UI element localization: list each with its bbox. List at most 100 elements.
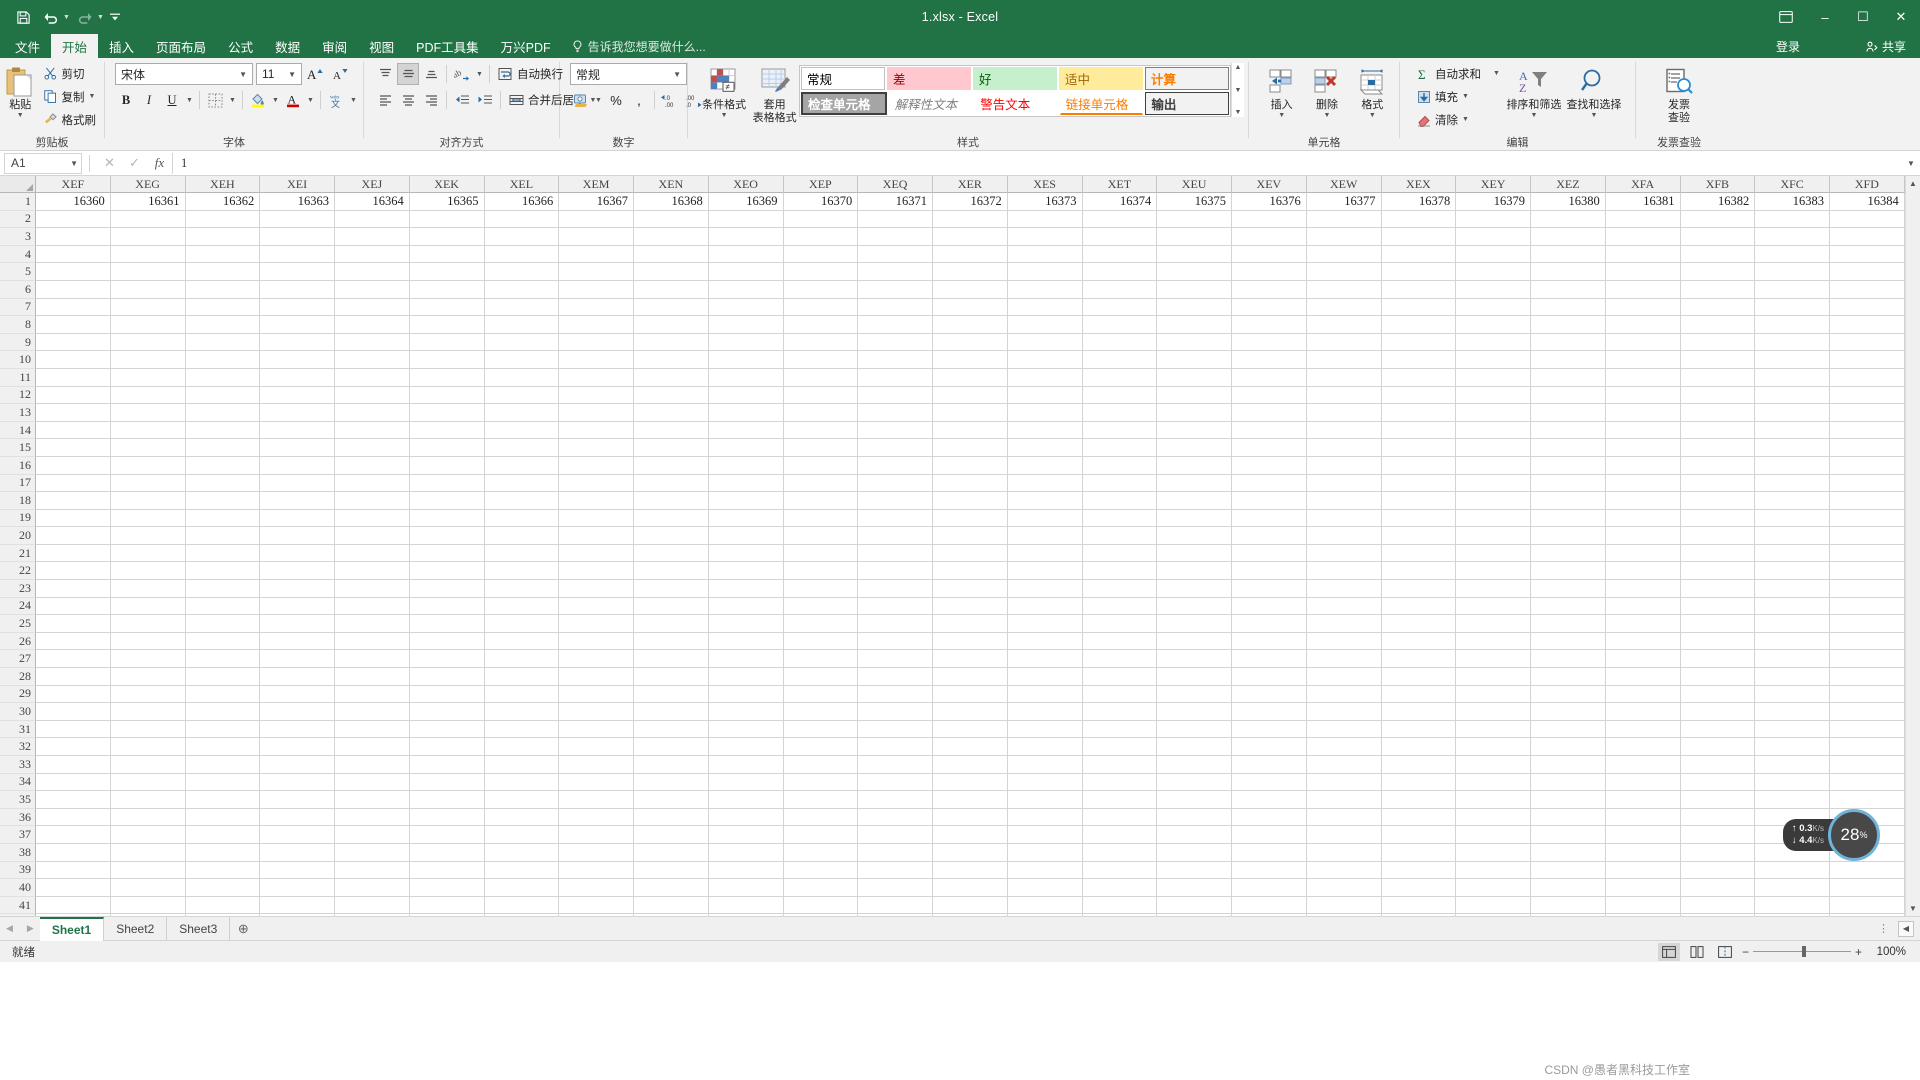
- cell-xej37[interactable]: [335, 826, 410, 844]
- cell-xeh18[interactable]: [185, 492, 261, 510]
- cell-xei10[interactable]: [260, 351, 335, 369]
- cell-xex26[interactable]: [1381, 632, 1457, 651]
- cell-xfd8[interactable]: [1830, 316, 1905, 334]
- cell-xen23[interactable]: [634, 580, 709, 598]
- cell-xfd1[interactable]: 16384: [1830, 193, 1905, 211]
- cell-xef4[interactable]: [36, 245, 111, 264]
- delete-cells-button[interactable]: 删除 ▼: [1304, 63, 1349, 119]
- cell-xey4[interactable]: [1456, 245, 1531, 264]
- cell-xex32[interactable]: [1381, 738, 1457, 756]
- cell-xeg41[interactable]: [110, 896, 186, 915]
- align-center-icon[interactable]: [397, 89, 419, 111]
- cell-xey15[interactable]: [1456, 439, 1531, 457]
- cell-xet3[interactable]: [1082, 228, 1158, 246]
- cell-xeo39[interactable]: [708, 861, 784, 880]
- cell-xeq17[interactable]: [858, 474, 933, 493]
- row-header-27[interactable]: 27: [0, 650, 36, 669]
- confirm-entry-button[interactable]: ✓: [122, 153, 147, 174]
- row-header-20[interactable]: 20: [0, 527, 36, 545]
- cell-xeh3[interactable]: [185, 228, 261, 246]
- cell-xeh38[interactable]: [185, 843, 261, 862]
- column-header-xej[interactable]: XEJ: [335, 176, 410, 193]
- cell-xen41[interactable]: [634, 896, 709, 915]
- horizontal-scroll-left-icon[interactable]: ◀: [1898, 920, 1914, 937]
- cell-xen42[interactable]: [634, 914, 709, 916]
- cell-xew18[interactable]: [1306, 492, 1382, 510]
- cell-xei11[interactable]: [260, 368, 335, 387]
- cell-xer30[interactable]: [933, 703, 1008, 721]
- column-header-xeq[interactable]: XEQ: [858, 176, 933, 193]
- cell-xek39[interactable]: [409, 861, 485, 880]
- cell-xey20[interactable]: [1456, 527, 1531, 545]
- cell-xet39[interactable]: [1082, 861, 1158, 880]
- cell-xeq36[interactable]: [858, 808, 933, 827]
- cell-xeu2[interactable]: [1157, 210, 1232, 229]
- sort-filter-dropdown-icon[interactable]: ▼: [1530, 112, 1537, 119]
- cell-xeu22[interactable]: [1157, 562, 1232, 581]
- cell-xfb15[interactable]: [1680, 439, 1756, 457]
- cell-xek42[interactable]: [410, 914, 485, 916]
- cell-xfb34[interactable]: [1680, 773, 1756, 792]
- cell-xfa14[interactable]: [1605, 421, 1681, 440]
- cell-xen22[interactable]: [634, 562, 709, 581]
- zoom-level[interactable]: 100%: [1868, 946, 1906, 958]
- cell-xek12[interactable]: [409, 386, 485, 405]
- orientation-dropdown-icon[interactable]: ▼: [474, 63, 485, 85]
- row-header-14[interactable]: 14: [0, 421, 36, 440]
- cell-xey42[interactable]: [1456, 914, 1531, 916]
- wrap-text-button[interactable]: 自动换行: [494, 63, 567, 85]
- cell-xen17[interactable]: [634, 474, 709, 493]
- cell-xet29[interactable]: [1082, 685, 1158, 704]
- cell-xeg12[interactable]: [110, 386, 186, 405]
- format-cells-dropdown-icon[interactable]: ▼: [1369, 112, 1376, 119]
- cell-xei17[interactable]: [260, 474, 335, 493]
- cell-xep34[interactable]: [783, 773, 859, 792]
- cell-xeu23[interactable]: [1157, 580, 1232, 598]
- cell-xeo18[interactable]: [708, 492, 784, 510]
- cell-xei8[interactable]: [260, 316, 335, 334]
- cell-xel4[interactable]: [484, 245, 560, 264]
- cell-xfc24[interactable]: [1755, 597, 1830, 616]
- cell-xei4[interactable]: [260, 245, 335, 264]
- cell-xes35[interactable]: [1007, 791, 1083, 809]
- cell-xel15[interactable]: [484, 439, 560, 457]
- cell-xel11[interactable]: [484, 368, 560, 387]
- cell-xeo38[interactable]: [708, 843, 784, 862]
- cell-xeq30[interactable]: [858, 703, 933, 721]
- row-header-11[interactable]: 11: [0, 368, 36, 387]
- cell-xeq38[interactable]: [858, 843, 933, 862]
- font-color-icon[interactable]: A: [282, 89, 304, 111]
- cell-xfb2[interactable]: [1680, 210, 1756, 229]
- close-button[interactable]: ✕: [1882, 0, 1920, 34]
- cell-xez29[interactable]: [1531, 685, 1606, 704]
- cell-xek41[interactable]: [409, 896, 485, 915]
- cell-xen36[interactable]: [634, 808, 709, 827]
- cell-xeh37[interactable]: [185, 826, 261, 844]
- cell-xeq31[interactable]: [858, 720, 933, 739]
- cell-xeo25[interactable]: [708, 615, 784, 633]
- cell-xes40[interactable]: [1007, 879, 1083, 897]
- cell-xey22[interactable]: [1456, 562, 1531, 581]
- cell-xej7[interactable]: [335, 298, 410, 317]
- cell-xeh23[interactable]: [185, 580, 261, 598]
- cell-xes33[interactable]: [1007, 756, 1083, 774]
- cell-xef38[interactable]: [36, 843, 111, 862]
- cell-xex35[interactable]: [1381, 791, 1457, 809]
- cell-xeg38[interactable]: [110, 843, 186, 862]
- cell-xfa32[interactable]: [1605, 738, 1681, 756]
- cell-xfb20[interactable]: [1680, 527, 1756, 545]
- cell-xeo40[interactable]: [708, 879, 784, 897]
- cell-xer19[interactable]: [933, 509, 1008, 528]
- ribbon-display-options-icon[interactable]: [1766, 0, 1806, 34]
- cell-xfc13[interactable]: [1755, 404, 1830, 422]
- cell-xew7[interactable]: [1306, 298, 1382, 317]
- cell-xfd3[interactable]: [1830, 228, 1905, 246]
- cell-xej5[interactable]: [335, 263, 410, 281]
- cell-xfa16[interactable]: [1605, 456, 1681, 475]
- cell-xez37[interactable]: [1531, 826, 1606, 844]
- cell-xfd7[interactable]: [1830, 298, 1905, 317]
- cell-xef34[interactable]: [36, 773, 111, 792]
- cell-xes24[interactable]: [1007, 597, 1083, 616]
- cell-xfa17[interactable]: [1605, 474, 1681, 493]
- cell-xem25[interactable]: [559, 615, 634, 633]
